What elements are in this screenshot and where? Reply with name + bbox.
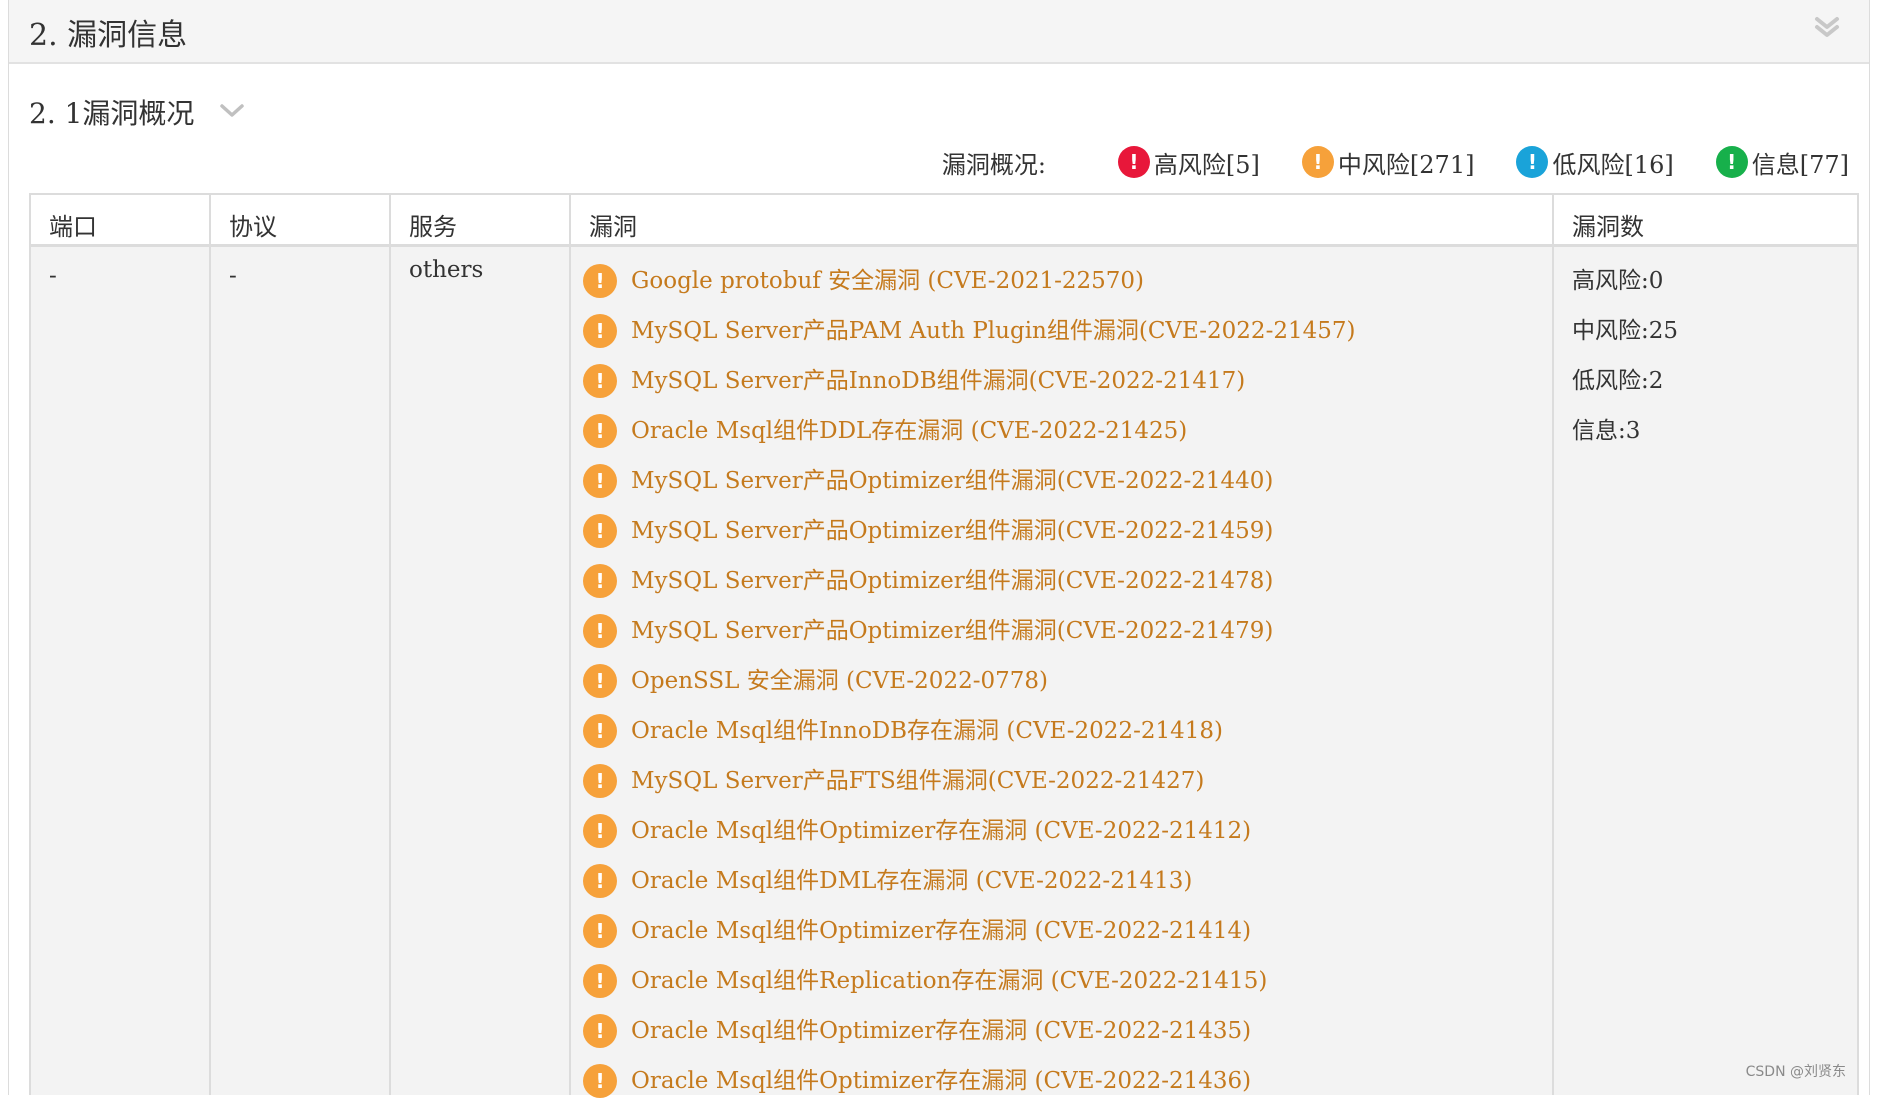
summary-medium-risk[interactable]: ! 中风险[271]	[1301, 145, 1475, 180]
section-title: 2. 漏洞信息	[29, 18, 188, 53]
alert-icon: !	[583, 364, 617, 398]
vulnerability-link[interactable]: MySQL Server产品PAM Auth Plugin组件漏洞(CVE-20…	[631, 311, 1355, 345]
summary-label: 漏洞概况:	[941, 150, 1046, 179]
vulnerability-link[interactable]: MySQL Server产品Optimizer组件漏洞(CVE-2022-214…	[631, 461, 1273, 495]
vulnerability-item: ! MySQL Server产品PAM Auth Plugin组件漏洞(CVE-2…	[583, 303, 1513, 353]
alert-icon: !	[583, 864, 617, 898]
alert-icon: !	[583, 414, 617, 448]
vulnerability-panel: 2. 漏洞信息 2. 1漏洞概况 漏洞概况: ! 高风险[5] ! 中风险[27…	[8, 0, 1870, 1098]
column-divider	[569, 195, 571, 1095]
vulnerability-item: ! MySQL Server产品Optimizer组件漏洞(CVE-2022-21…	[583, 503, 1513, 553]
column-divider	[1552, 195, 1554, 1095]
alert-icon: !	[583, 664, 617, 698]
alert-icon: !	[583, 614, 617, 648]
subsection-title: 2. 1漏洞概况	[29, 97, 195, 130]
alert-icon: !	[583, 914, 617, 948]
vulnerability-link[interactable]: MySQL Server产品Optimizer组件漏洞(CVE-2022-214…	[631, 561, 1273, 595]
column-divider	[389, 195, 391, 1095]
vulnerability-link[interactable]: Google protobuf 安全漏洞 (CVE-2021-22570)	[631, 261, 1144, 295]
vulnerability-link[interactable]: MySQL Server产品Optimizer组件漏洞(CVE-2022-214…	[631, 611, 1273, 645]
vulnerability-link[interactable]: MySQL Server产品Optimizer组件漏洞(CVE-2022-214…	[631, 511, 1273, 545]
alert-icon: !	[1516, 146, 1549, 178]
vulnerability-link[interactable]: MySQL Server产品InnoDB组件漏洞(CVE-2022-21417)	[631, 361, 1245, 395]
vulnerability-item: ! Google protobuf 安全漏洞 (CVE-2021-22570)	[583, 253, 1513, 303]
section-header[interactable]: 2. 漏洞信息	[9, 0, 1869, 64]
header-vuln-count: 漏洞数	[1572, 213, 1644, 241]
vulnerability-link[interactable]: OpenSSL 安全漏洞 (CVE-2022-0778)	[631, 661, 1048, 695]
vulnerability-link[interactable]: Oracle Msql组件Optimizer存在漏洞 (CVE-2022-214…	[631, 1061, 1251, 1095]
subsection-chevron-down-icon[interactable]	[219, 100, 245, 122]
vulnerability-counts: 高风险:0 中风险:25 低风险:2 信息:3	[1572, 253, 1678, 453]
vulnerability-item: ! Oracle Msql组件DML存在漏洞 (CVE-2022-21413)	[583, 853, 1513, 903]
count-medium: 中风险:25	[1572, 318, 1679, 344]
alert-icon: !	[583, 264, 617, 298]
vulnerability-item: ! MySQL Server产品InnoDB组件漏洞(CVE-2022-21417…	[583, 353, 1513, 403]
vulnerability-item: ! Oracle Msql组件Optimizer存在漏洞 (CVE-2022-21…	[583, 803, 1513, 853]
count-low: 低风险:2	[1572, 368, 1664, 394]
vulnerability-item: ! Oracle Msql组件DDL存在漏洞 (CVE-2022-21425)	[583, 403, 1513, 453]
vulnerability-item: ! MySQL Server产品Optimizer组件漏洞(CVE-2022-21…	[583, 603, 1513, 653]
vulnerability-item: ! Oracle Msql组件Optimizer存在漏洞 (CVE-2022-21…	[583, 1003, 1513, 1053]
collapse-double-chevron-icon[interactable]	[1813, 14, 1841, 42]
summary-info-label: 信息[77]	[1751, 150, 1849, 179]
vulnerability-link[interactable]: Oracle Msql组件Optimizer存在漏洞 (CVE-2022-214…	[631, 811, 1251, 845]
vulnerability-link[interactable]: Oracle Msql组件InnoDB存在漏洞 (CVE-2022-21418)	[631, 711, 1223, 745]
column-divider	[209, 195, 211, 1095]
header-service: 服务	[409, 213, 457, 241]
alert-icon: !	[583, 964, 617, 998]
vulnerability-table: 端口 协议 服务 漏洞 漏洞数 - - others ! Google proto…	[29, 193, 1859, 1098]
alert-icon: !	[1301, 146, 1334, 178]
vulnerability-link[interactable]: MySQL Server产品FTS组件漏洞(CVE-2022-21427)	[631, 761, 1204, 795]
vulnerability-link[interactable]: Oracle Msql组件DDL存在漏洞 (CVE-2022-21425)	[631, 411, 1187, 445]
vulnerability-link[interactable]: Oracle Msql组件Optimizer存在漏洞 (CVE-2022-214…	[631, 911, 1251, 945]
header-protocol: 协议	[229, 213, 277, 241]
summary-low-risk[interactable]: ! 低风险[16]	[1516, 145, 1674, 180]
vulnerability-item: ! Oracle Msql组件Optimizer存在漏洞 (CVE-2022-21…	[583, 1053, 1513, 1103]
alert-icon: !	[583, 764, 617, 798]
vulnerability-item: ! Oracle Msql组件Replication存在漏洞 (CVE-2022-…	[583, 953, 1513, 1003]
vulnerability-item: ! Oracle Msql组件Optimizer存在漏洞 (CVE-2022-21…	[583, 903, 1513, 953]
alert-icon: !	[583, 714, 617, 748]
vulnerability-item: ! MySQL Server产品FTS组件漏洞(CVE-2022-21427)	[583, 753, 1513, 803]
summary-high-risk-label: 高风险[5]	[1153, 150, 1260, 179]
vulnerability-list: ! Google protobuf 安全漏洞 (CVE-2021-22570) !…	[583, 253, 1513, 1103]
alert-icon: !	[1715, 146, 1748, 178]
alert-icon: !	[583, 1014, 617, 1048]
summary-low-risk-label: 低风险[16]	[1552, 150, 1674, 179]
cell-protocol: -	[229, 263, 237, 289]
table-header-row: 端口 协议 服务 漏洞 漏洞数	[31, 195, 1857, 247]
alert-icon: !	[583, 814, 617, 848]
watermark: CSDN @刘贤东	[1745, 1064, 1846, 1080]
vulnerability-item: ! MySQL Server产品Optimizer组件漏洞(CVE-2022-21…	[583, 453, 1513, 503]
alert-icon: !	[583, 514, 617, 548]
alert-icon: !	[583, 564, 617, 598]
vulnerability-item: ! MySQL Server产品Optimizer组件漏洞(CVE-2022-21…	[583, 553, 1513, 603]
header-port: 端口	[49, 213, 97, 241]
cell-service: others	[409, 257, 484, 283]
summary-info[interactable]: ! 信息[77]	[1715, 145, 1849, 180]
alert-icon: !	[583, 314, 617, 348]
risk-summary: 漏洞概况: ! 高风险[5] ! 中风险[271] ! 低风险[16] ! 信息…	[942, 142, 1849, 182]
alert-icon: !	[583, 464, 617, 498]
header-vulnerability: 漏洞	[589, 213, 637, 241]
vulnerability-item: ! OpenSSL 安全漏洞 (CVE-2022-0778)	[583, 653, 1513, 703]
alert-icon: !	[1117, 146, 1150, 178]
vulnerability-link[interactable]: Oracle Msql组件Optimizer存在漏洞 (CVE-2022-214…	[631, 1011, 1251, 1045]
count-info: 信息:3	[1572, 418, 1641, 444]
vulnerability-item: ! Oracle Msql组件InnoDB存在漏洞 (CVE-2022-21418…	[583, 703, 1513, 753]
count-high: 高风险:0	[1572, 268, 1664, 294]
summary-medium-risk-label: 中风险[271]	[1337, 150, 1475, 179]
alert-icon: !	[583, 1064, 617, 1098]
cell-port: -	[49, 263, 57, 289]
summary-high-risk[interactable]: ! 高风险[5]	[1117, 145, 1260, 180]
vulnerability-link[interactable]: Oracle Msql组件DML存在漏洞 (CVE-2022-21413)	[631, 861, 1192, 895]
vulnerability-link[interactable]: Oracle Msql组件Replication存在漏洞 (CVE-2022-2…	[631, 961, 1267, 995]
